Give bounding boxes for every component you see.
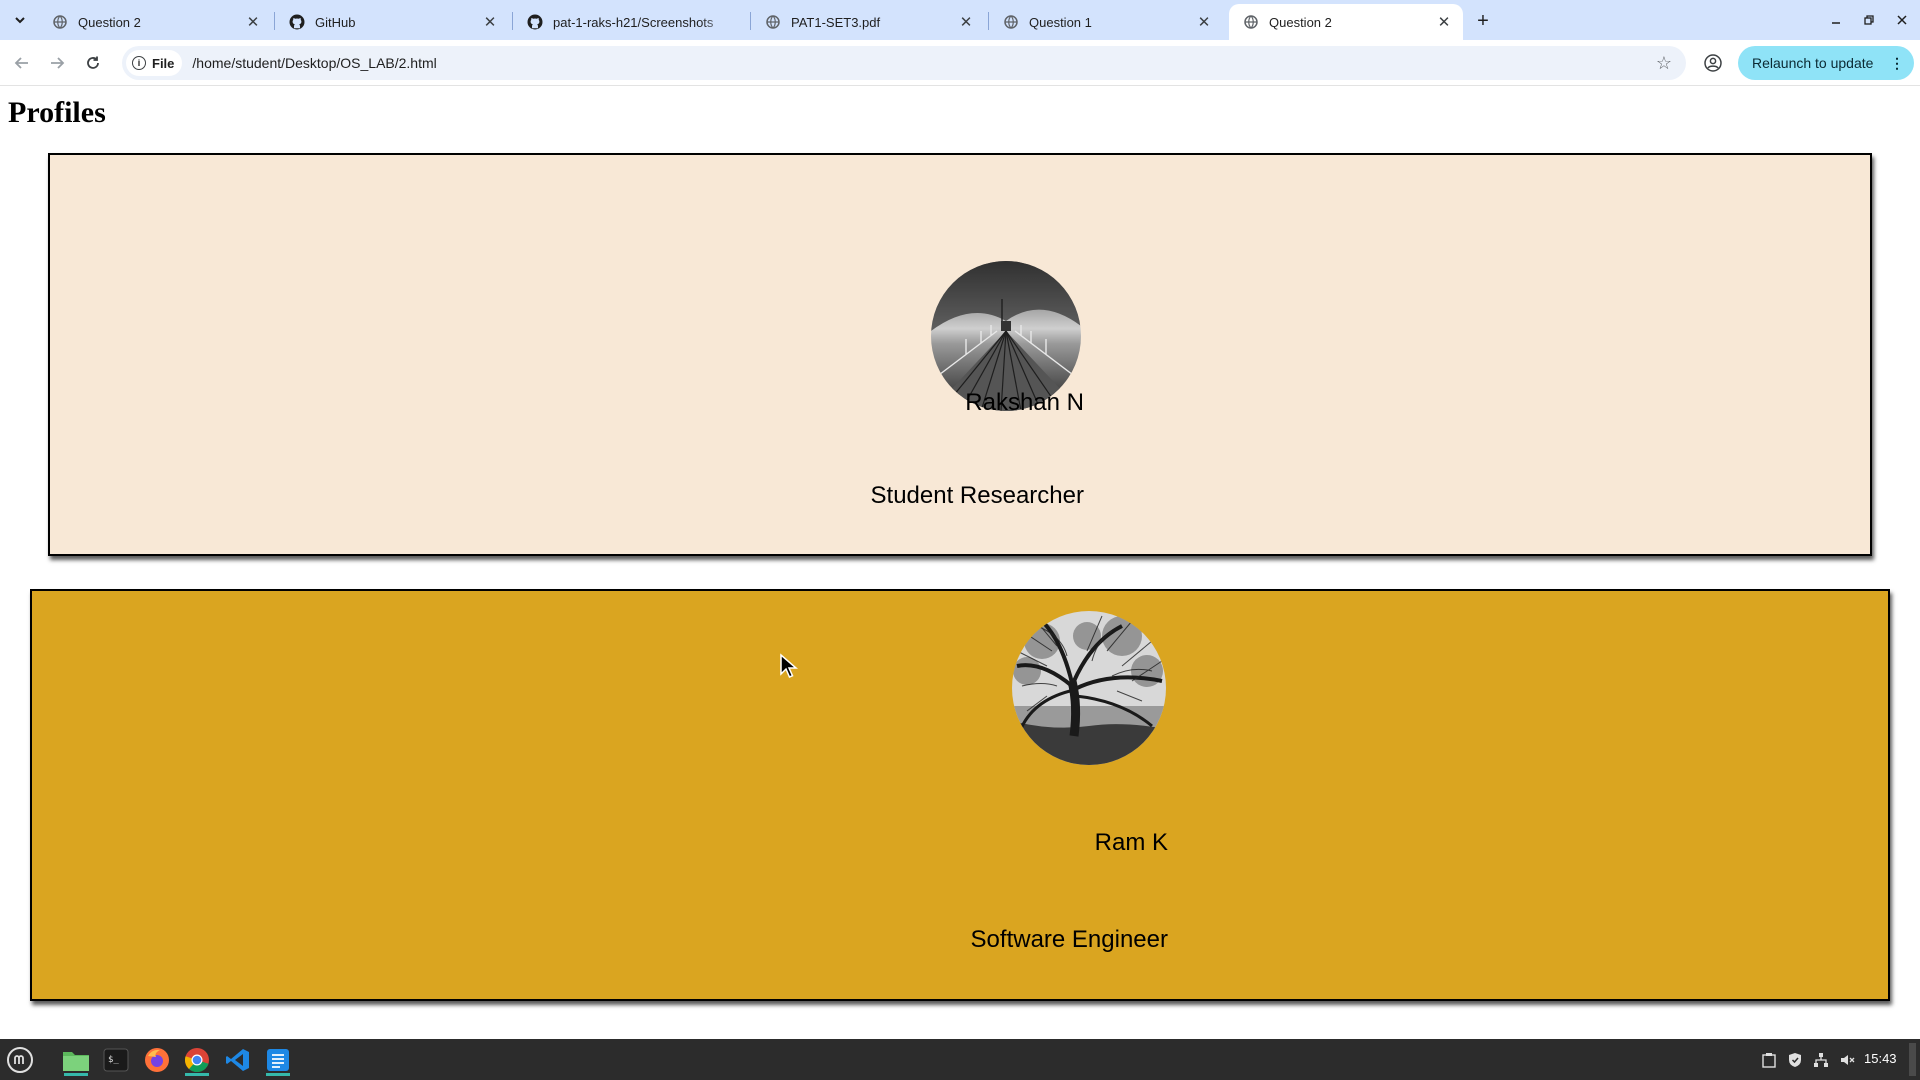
tab-title: pat-1-raks-h21/Screenshots [553, 14, 714, 30]
bookmark-star-icon[interactable]: ☆ [1650, 49, 1678, 77]
profile-photo-tree [1012, 611, 1166, 765]
tab-pat1-set3-pdf[interactable]: PAT1-SET3.pdf ✕ [751, 4, 985, 40]
relaunch-label: Relaunch to update [1752, 55, 1874, 71]
shield-icon[interactable] [1786, 1051, 1804, 1069]
tab-question-2-active[interactable]: Question 2 ✕ [1229, 4, 1463, 40]
show-desktop-button[interactable] [1909, 1043, 1916, 1076]
clipboard-icon[interactable] [1760, 1051, 1778, 1069]
page-content: Profiles Rakshan N Student Researcher Ra… [0, 87, 1920, 1039]
globe-icon [765, 14, 781, 30]
close-icon[interactable]: ✕ [481, 13, 499, 31]
tab-strip: Question 2 ✕ GitHub ✕ pat-1-raks-h21/Scr… [0, 0, 1920, 40]
address-bar[interactable]: i File /home/student/Desktop/OS_LAB/2.ht… [122, 46, 1686, 80]
text-editor-icon[interactable] [262, 1044, 294, 1076]
tab-pat-1-raks-h21[interactable]: pat-1-raks-h21/Screenshots [513, 4, 747, 40]
minimize-button[interactable] [1822, 8, 1850, 32]
close-icon[interactable]: ✕ [1195, 13, 1213, 31]
profile-name: Ram K [1094, 829, 1168, 856]
site-info-chip[interactable]: i File [126, 50, 183, 76]
taskbar: $_ 15:43 [0, 1039, 1920, 1080]
tab-title: Question 2 [78, 14, 141, 30]
arrow-left-icon [14, 57, 28, 69]
tab-question-2-a[interactable]: Question 2 ✕ [38, 4, 272, 40]
close-icon[interactable]: ✕ [244, 13, 262, 31]
close-icon[interactable]: ✕ [1435, 13, 1453, 31]
files-icon[interactable] [60, 1044, 92, 1076]
plus-icon: + [1477, 9, 1489, 32]
vscode-icon[interactable] [222, 1044, 254, 1076]
active-indicator [266, 1073, 290, 1076]
profile-role: Student Researcher [870, 482, 1084, 509]
clock[interactable]: 15:43 [1864, 1051, 1897, 1066]
profile-button[interactable] [1700, 50, 1726, 76]
more-vert-icon: ⋮ [1890, 54, 1904, 71]
close-icon[interactable]: ✕ [957, 13, 975, 31]
relaunch-to-update-button[interactable]: Relaunch to update ⋮ [1738, 46, 1914, 80]
menu-icon[interactable] [4, 1044, 36, 1076]
tab-title: GitHub [315, 14, 356, 30]
page-title: Profiles [8, 96, 106, 129]
active-indicator [185, 1073, 209, 1076]
profile-role: Software Engineer [970, 926, 1168, 953]
arrow-right-icon [51, 57, 65, 69]
svg-text:$_: $_ [108, 1055, 119, 1065]
reload-icon [87, 56, 99, 69]
tab-title: PAT1-SET3.pdf [791, 14, 881, 30]
globe-icon [52, 14, 68, 30]
globe-icon [1243, 14, 1259, 30]
github-icon [527, 14, 543, 30]
close-icon [1897, 15, 1907, 25]
back-button[interactable] [8, 49, 36, 77]
maximize-button[interactable] [1855, 8, 1883, 32]
volume-muted-icon[interactable] [1838, 1051, 1856, 1069]
tab-title: Question 2 [1269, 14, 1332, 30]
tab-search-button[interactable] [6, 6, 34, 34]
profile-icon [1704, 54, 1722, 72]
tab-question-1[interactable]: Question 1 ✕ [989, 4, 1223, 40]
network-icon[interactable] [1812, 1051, 1830, 1069]
url-text[interactable]: /home/student/Desktop/OS_LAB/2.html [192, 55, 1650, 71]
new-tab-button[interactable]: + [1470, 8, 1496, 34]
mouse-cursor-icon [780, 653, 799, 678]
forward-button[interactable] [43, 49, 71, 77]
restore-icon [1864, 15, 1874, 25]
tab-title: Question 1 [1029, 14, 1092, 30]
firefox-icon[interactable] [141, 1044, 173, 1076]
info-icon: i [132, 56, 146, 70]
browser-toolbar: i File /home/student/Desktop/OS_LAB/2.ht… [0, 40, 1920, 86]
github-icon [289, 14, 305, 30]
profile-name: Rakshan N [965, 389, 1084, 416]
tab-github[interactable]: GitHub ✕ [275, 4, 509, 40]
chevron-down-icon [15, 17, 25, 24]
globe-icon [1003, 14, 1019, 30]
active-indicator [64, 1073, 88, 1076]
minimize-icon [1832, 22, 1840, 24]
chrome-icon[interactable] [181, 1044, 213, 1076]
profile-card: Ram K Software Engineer [30, 589, 1890, 1001]
terminal-icon[interactable]: $_ [100, 1044, 132, 1076]
close-window-button[interactable] [1888, 8, 1916, 32]
profile-card: Rakshan N Student Researcher [48, 153, 1872, 556]
reload-button[interactable] [79, 49, 107, 77]
site-info-label: File [152, 55, 175, 71]
